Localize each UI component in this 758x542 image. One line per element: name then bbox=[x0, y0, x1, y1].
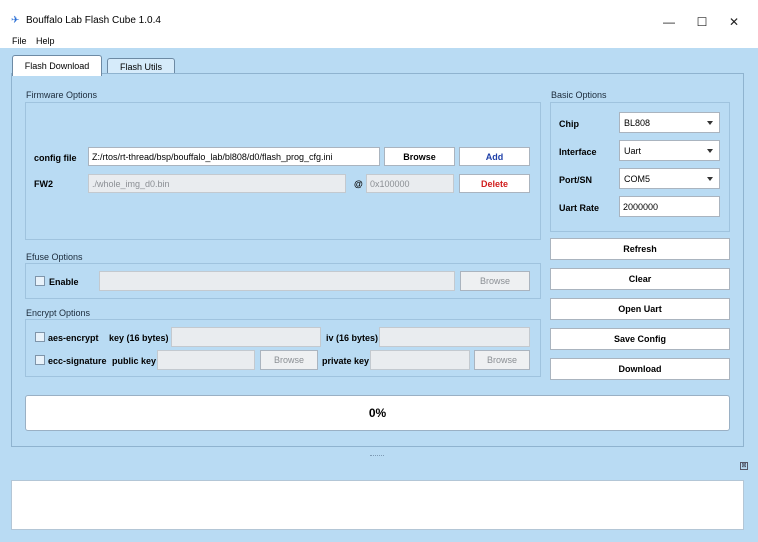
config-browse-button[interactable]: Browse bbox=[384, 147, 455, 166]
app-logo-icon: ✈ bbox=[11, 15, 20, 26]
collapse-icon[interactable]: ⊠ bbox=[740, 462, 748, 470]
log-output[interactable] bbox=[11, 480, 744, 530]
chip-label: Chip bbox=[559, 119, 579, 129]
interface-label: Interface bbox=[559, 147, 597, 157]
public-key-browse-button[interactable]: Browse bbox=[260, 350, 318, 370]
fw-path-input[interactable]: ./whole_img_d0.bin bbox=[88, 174, 346, 193]
maximize-button[interactable]: ☐ bbox=[687, 9, 717, 35]
menu-bar bbox=[0, 36, 758, 48]
add-button[interactable]: Add bbox=[459, 147, 530, 166]
port-label: Port/SN bbox=[559, 175, 593, 185]
config-file-label: config file bbox=[34, 153, 77, 163]
window-title: Bouffalo Lab Flash Cube 1.0.4 bbox=[26, 15, 161, 26]
port-dropdown-chevron-icon bbox=[707, 176, 713, 181]
basic-options-label: Basic Options bbox=[551, 90, 607, 100]
download-button[interactable]: Download bbox=[550, 358, 730, 380]
fw-address-input[interactable]: 0x100000 bbox=[366, 174, 454, 193]
public-key-label: public key bbox=[112, 356, 157, 366]
private-key-browse-button[interactable]: Browse bbox=[474, 350, 530, 370]
open-uart-button[interactable]: Open Uart bbox=[550, 298, 730, 320]
aes-encrypt-label: aes-encrypt bbox=[48, 333, 99, 343]
efuse-enable-checkbox[interactable] bbox=[35, 276, 45, 286]
aes-key-label: key (16 bytes) bbox=[109, 333, 169, 343]
config-file-input[interactable]: Z:/rtos/rt-thread/bsp/bouffalo_lab/bl808… bbox=[88, 147, 380, 166]
aes-key-input[interactable] bbox=[171, 327, 321, 347]
firmware-options-group bbox=[25, 102, 541, 240]
efuse-browse-button[interactable]: Browse bbox=[460, 271, 530, 291]
interface-value: Uart bbox=[624, 145, 642, 156]
port-select[interactable]: COM5 bbox=[619, 168, 720, 189]
delete-button[interactable]: Delete bbox=[459, 174, 530, 193]
private-key-input[interactable] bbox=[370, 350, 470, 370]
firmware-options-label: Firmware Options bbox=[26, 90, 98, 100]
interface-dropdown-chevron-icon bbox=[707, 148, 713, 153]
interface-select[interactable]: Uart bbox=[619, 140, 720, 161]
chip-select[interactable]: BL808 bbox=[619, 112, 720, 133]
private-key-label: private key bbox=[322, 356, 370, 366]
splitter-handle[interactable] bbox=[370, 455, 384, 457]
chip-value: BL808 bbox=[624, 117, 651, 128]
at-symbol: @ bbox=[354, 179, 363, 189]
save-config-button[interactable]: Save Config bbox=[550, 328, 730, 350]
progress-bar: 0% bbox=[25, 395, 730, 431]
minimize-button[interactable]: — bbox=[654, 9, 684, 35]
fw-label: FW2 bbox=[34, 179, 53, 189]
encrypt-options-label: Encrypt Options bbox=[26, 308, 91, 318]
menu-file[interactable]: File bbox=[12, 36, 27, 47]
tab-flash-download[interactable]: Flash Download bbox=[12, 55, 102, 76]
uart-rate-input[interactable]: 2000000 bbox=[619, 196, 720, 217]
ecc-signature-label: ecc-signature bbox=[48, 356, 107, 366]
menu-file-label: File bbox=[12, 36, 27, 46]
port-value: COM5 bbox=[624, 173, 651, 184]
progress-text: 0% bbox=[368, 406, 387, 420]
efuse-enable-label: Enable bbox=[49, 277, 79, 287]
refresh-button[interactable]: Refresh bbox=[550, 238, 730, 260]
ecc-signature-checkbox[interactable] bbox=[35, 355, 45, 365]
public-key-input[interactable] bbox=[157, 350, 255, 370]
efuse-file-input[interactable] bbox=[99, 271, 455, 291]
close-button[interactable]: ✕ bbox=[719, 9, 749, 35]
chip-dropdown-chevron-icon bbox=[707, 120, 713, 125]
menu-help[interactable]: Help bbox=[36, 36, 55, 47]
efuse-options-label: Efuse Options bbox=[26, 252, 83, 262]
aes-iv-input[interactable] bbox=[379, 327, 530, 347]
aes-encrypt-checkbox[interactable] bbox=[35, 332, 45, 342]
clear-button[interactable]: Clear bbox=[550, 268, 730, 290]
uart-rate-label: Uart Rate bbox=[559, 203, 600, 213]
menu-help-label: Help bbox=[36, 36, 55, 46]
aes-iv-label: iv (16 bytes) bbox=[326, 333, 379, 343]
